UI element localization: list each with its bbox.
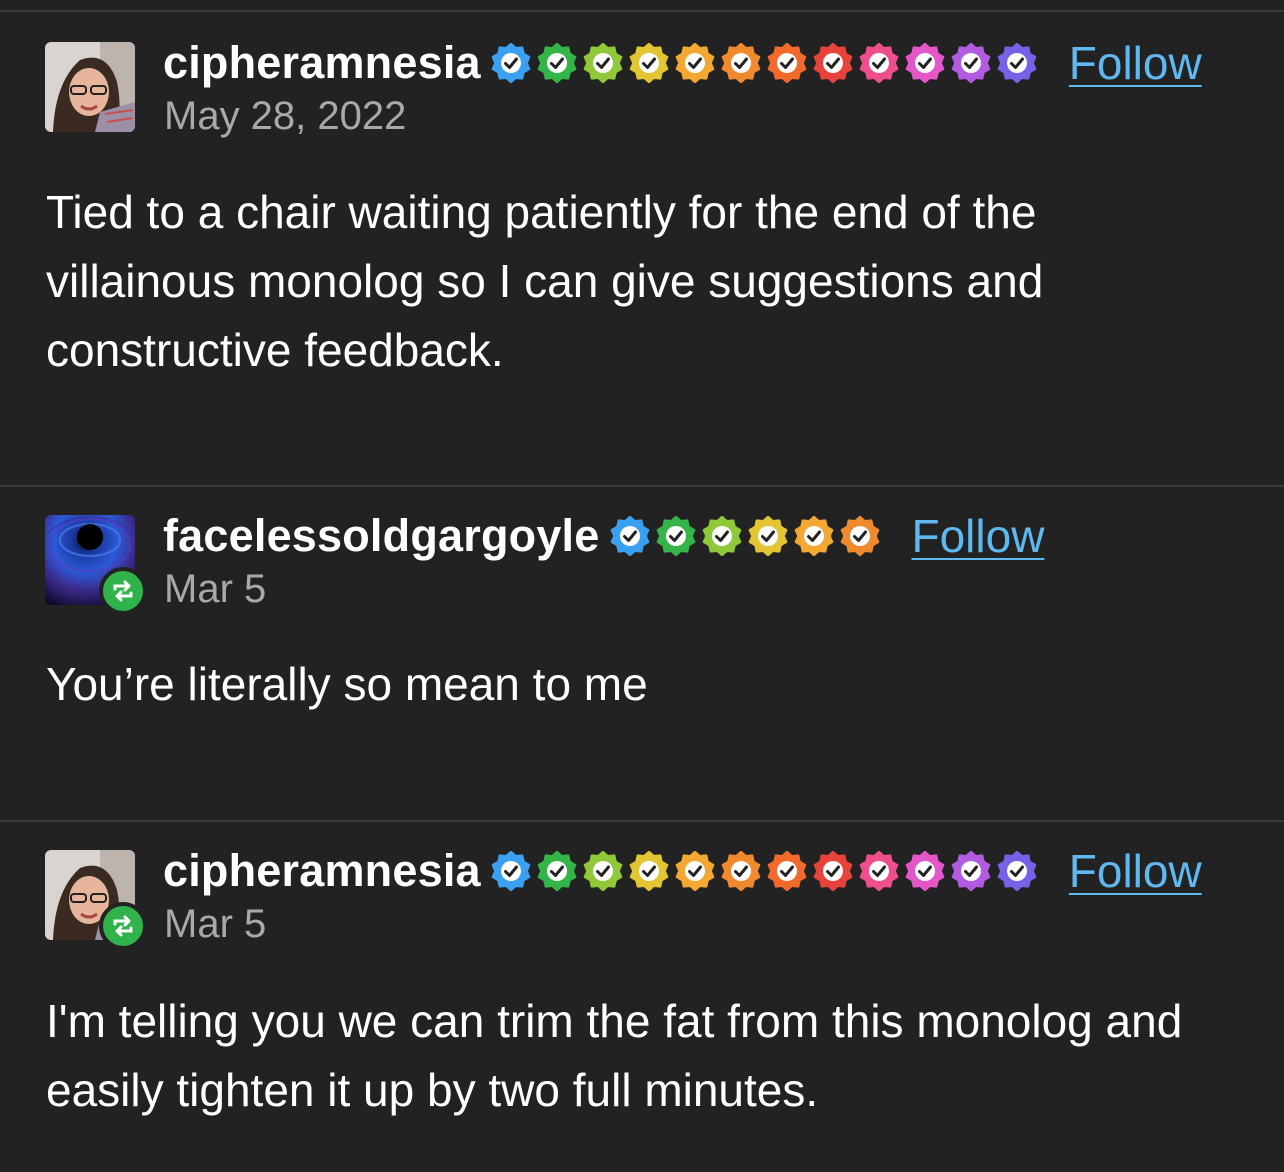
badge-row: [491, 43, 1037, 83]
post-3: cipheramnesia Follow Mar 5 I'm telling y…: [0, 822, 1284, 1172]
post-body: You’re literally so mean to me: [46, 658, 648, 710]
verified-check-badge-icon[interactable]: [951, 851, 991, 891]
verified-check-badge-icon[interactable]: [721, 43, 761, 83]
post-header: facelessoldgargoyle Follow: [163, 506, 1044, 566]
verified-check-badge-icon[interactable]: [905, 851, 945, 891]
follow-button[interactable]: Follow: [912, 509, 1045, 563]
username[interactable]: facelessoldgargoyle: [163, 510, 600, 562]
badge-row: [491, 851, 1037, 891]
verified-check-badge-icon[interactable]: [840, 516, 880, 556]
verified-check-badge-icon[interactable]: [583, 43, 623, 83]
avatar[interactable]: [45, 42, 135, 132]
post-body: I'm telling you we can trim the fat from…: [46, 995, 1183, 1116]
verified-check-badge-icon[interactable]: [583, 851, 623, 891]
post-body: Tied to a chair waiting patiently for th…: [46, 186, 1044, 376]
verified-check-badge-icon[interactable]: [997, 43, 1037, 83]
verified-check-badge-icon[interactable]: [675, 851, 715, 891]
post-header: cipheramnesia Follow: [163, 841, 1202, 901]
verified-check-badge-icon[interactable]: [748, 516, 788, 556]
verified-check-badge-icon[interactable]: [537, 851, 577, 891]
verified-check-badge-icon[interactable]: [629, 43, 669, 83]
verified-check-badge-icon[interactable]: [702, 516, 742, 556]
verified-check-badge-icon[interactable]: [951, 43, 991, 83]
verified-check-badge-icon[interactable]: [859, 851, 899, 891]
post-2: facelessoldgargoyle Follow Mar 5 You’re …: [0, 487, 1284, 820]
verified-check-badge-icon[interactable]: [629, 851, 669, 891]
post-header: cipheramnesia Follow: [163, 33, 1202, 93]
verified-check-badge-icon[interactable]: [767, 43, 807, 83]
username[interactable]: cipheramnesia: [163, 845, 481, 897]
verified-check-badge-icon[interactable]: [656, 516, 696, 556]
verified-check-badge-icon[interactable]: [537, 43, 577, 83]
reblog-icon: [99, 567, 147, 615]
verified-check-badge-icon[interactable]: [794, 516, 834, 556]
verified-check-badge-icon[interactable]: [905, 43, 945, 83]
badge-row: [610, 516, 880, 556]
verified-check-badge-icon[interactable]: [491, 43, 531, 83]
verified-check-badge-icon[interactable]: [675, 43, 715, 83]
verified-check-badge-icon[interactable]: [610, 516, 650, 556]
post-date[interactable]: Mar 5: [164, 567, 266, 612]
follow-button[interactable]: Follow: [1069, 36, 1202, 90]
post-date[interactable]: May 28, 2022: [164, 94, 406, 139]
verified-check-badge-icon[interactable]: [813, 43, 853, 83]
post-date[interactable]: Mar 5: [164, 902, 266, 947]
verified-check-badge-icon[interactable]: [721, 851, 761, 891]
verified-check-badge-icon[interactable]: [997, 851, 1037, 891]
reblog-icon: [99, 902, 147, 950]
username[interactable]: cipheramnesia: [163, 37, 481, 89]
post-1: cipheramnesia Follow May 28, 2022 Tied t…: [0, 0, 1284, 486]
verified-check-badge-icon[interactable]: [491, 851, 531, 891]
follow-button[interactable]: Follow: [1069, 844, 1202, 898]
verified-check-badge-icon[interactable]: [767, 851, 807, 891]
verified-check-badge-icon[interactable]: [813, 851, 853, 891]
verified-check-badge-icon[interactable]: [859, 43, 899, 83]
